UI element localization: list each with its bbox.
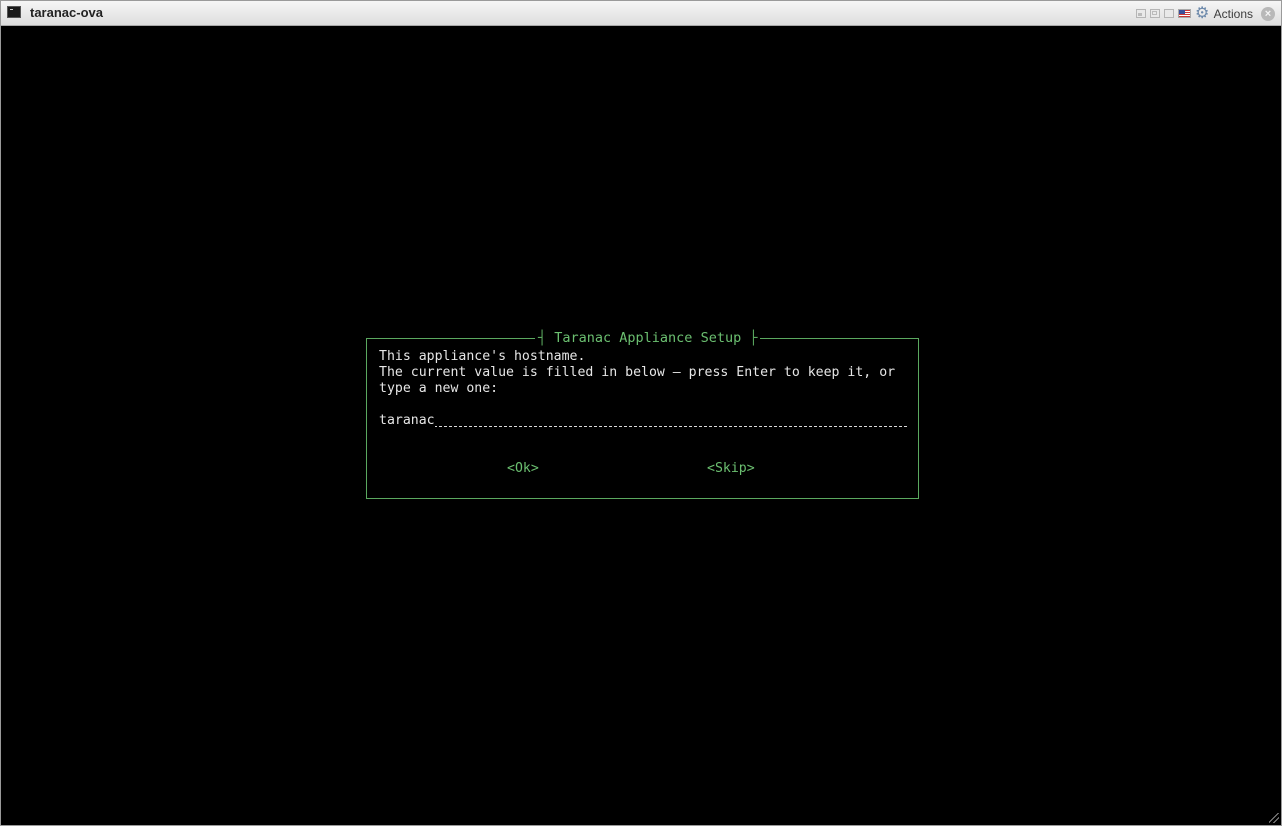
dialog-message-line-2: The current value is filled in below — p… [379,365,896,380]
input-underline [379,426,907,427]
us-flag-icon[interactable] [1177,9,1191,18]
setup-dialog: ┤ Taranac Appliance Setup ├ This applian… [366,329,919,499]
console-icon [7,6,21,18]
dialog-title-frame: ┤ Taranac Appliance Setup ├ [535,329,761,347]
resize-grip-icon[interactable] [1269,813,1279,823]
fit-guest-icon[interactable] [1149,9,1160,18]
hostname-input[interactable]: taranac [379,413,907,429]
dialog-message-line-3: type a new one: [379,381,499,396]
dialog-message-line-1: This appliance's hostname. [379,349,586,364]
dialog-title: Taranac Appliance Setup [554,330,742,346]
fullscreen-icon[interactable] [1163,9,1174,18]
vm-title: taranac-ova [30,5,103,20]
hostname-input-value: taranac [379,413,435,428]
console-screen[interactable]: ┤ Taranac Appliance Setup ├ This applian… [1,26,1281,825]
title-right-bar: ├ [741,330,758,346]
title-left-bar: ┤ [538,330,555,346]
close-icon[interactable]: × [1261,6,1275,21]
gear-icon[interactable]: ⚙ [1195,6,1210,22]
fit-window-icon[interactable] [1135,9,1146,18]
title-bar-controls: ⚙ Actions × [1135,5,1275,22]
title-bar: taranac-ova ⚙ Actions × [1,1,1281,26]
vm-console-window: taranac-ova ⚙ Actions × ┤ Taranac Applia… [0,0,1282,826]
ok-button[interactable]: <Ok> [507,461,539,477]
skip-button[interactable]: <Skip> [707,461,755,477]
actions-menu-button[interactable]: Actions [1214,7,1253,21]
